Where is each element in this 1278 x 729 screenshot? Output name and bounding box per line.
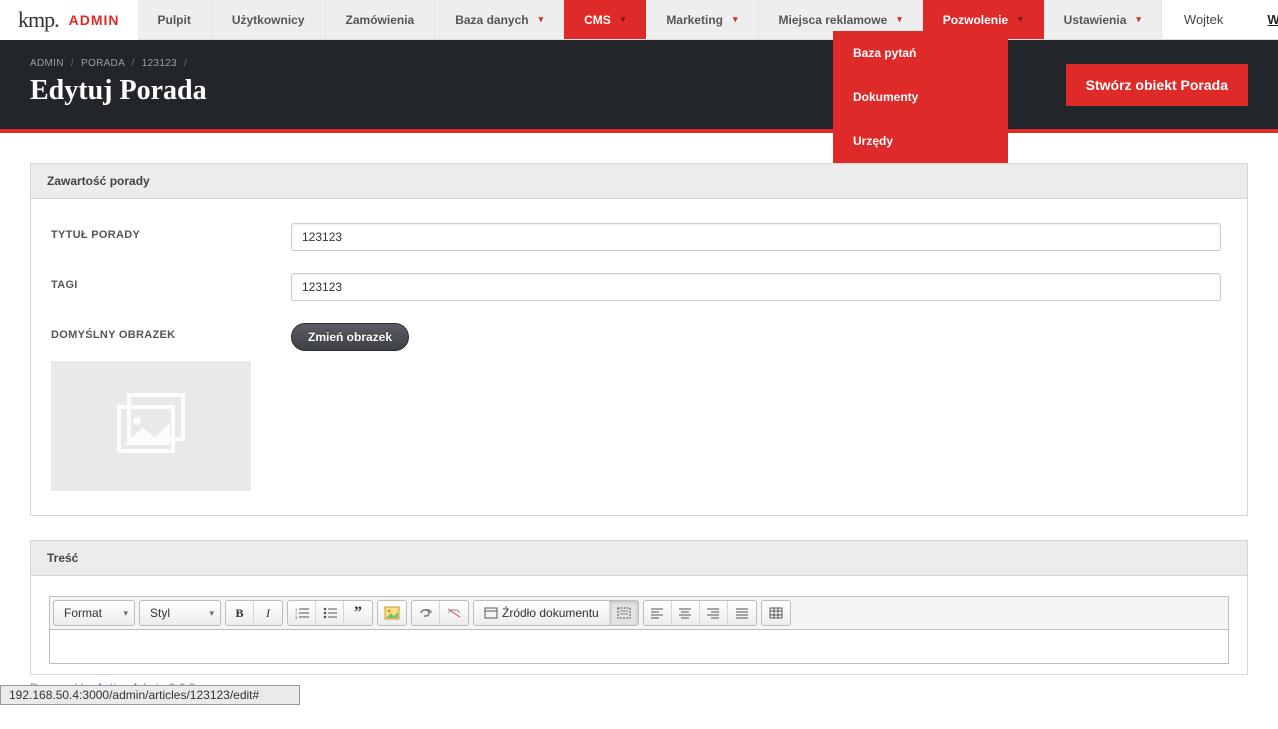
editor-content-area[interactable] (49, 630, 1229, 664)
panel-header: Treść (31, 541, 1247, 576)
breadcrumb-porada[interactable]: PORADA (81, 58, 124, 69)
chevron-down-icon: ▾ (209, 608, 214, 619)
top-nav-bar: kmp. ADMIN Pulpit Użytkownicy Zamówienia… (0, 0, 1278, 40)
breadcrumb-separator: / (71, 58, 74, 69)
numbered-list-button[interactable]: 123 (288, 601, 316, 625)
source-button[interactable]: Źródło dokumentu (474, 601, 610, 625)
panel-body: Format ▾ Styl ▾ B I 123 ” (31, 576, 1247, 674)
create-porada-button[interactable]: Stwórz obiekt Porada (1066, 64, 1248, 106)
breadcrumb-admin[interactable]: ADMIN (30, 58, 64, 69)
editor-toolbar: Format ▾ Styl ▾ B I 123 ” (49, 596, 1229, 630)
toolbar-group-text: B I (225, 600, 283, 626)
italic-button[interactable]: I (254, 601, 282, 625)
align-right-button[interactable] (700, 601, 728, 625)
nav-label: CMS (584, 13, 611, 27)
brand-logo: kmp. (18, 7, 59, 33)
nav-uzytkownicy[interactable]: Użytkownicy (212, 0, 326, 39)
chevron-down-icon: ▾ (1018, 14, 1023, 25)
chevron-down-icon: ▾ (1136, 14, 1141, 25)
nav-label: Zamówienia (346, 13, 415, 27)
chevron-down-icon: ▾ (897, 14, 902, 25)
dropdown-baza-pytan[interactable]: Baza pytań (833, 31, 1008, 75)
content-area: Zawartość porady TYTUŁ PORADY TAGI DOMYŚ… (0, 133, 1278, 729)
style-select[interactable]: Styl ▾ (140, 601, 220, 625)
placeholder-image-icon (111, 391, 191, 461)
nav-label: Użytkownicy (232, 13, 305, 27)
breadcrumb-separator: / (184, 58, 187, 69)
align-left-button[interactable] (644, 601, 672, 625)
breadcrumb-separator: / (132, 58, 135, 69)
toolbar-group-source: Źródło dokumentu (473, 600, 639, 626)
panel-body: TYTUŁ PORADY TAGI DOMYŚLNY OBRAZEK Zmień… (31, 199, 1247, 515)
toolbar-group-image (377, 600, 407, 626)
nav-pulpit[interactable]: Pulpit (138, 0, 212, 39)
nav-label: Miejsca reklamowe (779, 13, 888, 27)
nav-label: Pulpit (158, 13, 191, 27)
blockquote-button[interactable]: ” (344, 601, 372, 625)
unlink-button[interactable] (440, 601, 468, 625)
chevron-down-icon: ▾ (733, 14, 738, 25)
breadcrumb-id[interactable]: 123123 (142, 58, 177, 69)
nav-zamowienia[interactable]: Zamówienia (326, 0, 436, 39)
user-block: Wojtek Wyloguj (1162, 0, 1278, 39)
nav-baza-danych[interactable]: Baza danych ▾ (435, 0, 564, 39)
panel-tresc: Treść Format ▾ Styl ▾ B I 123 (30, 540, 1248, 675)
nav-marketing[interactable]: Marketing ▾ (646, 0, 758, 39)
nav-label: Baza danych (455, 13, 528, 27)
browser-status-bar: 192.168.50.4:3000/admin/articles/123123/… (0, 685, 300, 705)
dropdown-dokumenty[interactable]: Dokumenty (833, 75, 1008, 119)
label-title: TYTUŁ PORADY (51, 223, 291, 241)
toolbar-group-format: Format ▾ (53, 600, 135, 626)
dropdown-urzedy[interactable]: Urzędy (833, 119, 1008, 163)
select-label: Format (64, 606, 102, 620)
chevron-down-icon: ▾ (621, 14, 626, 25)
page-header: ADMIN / PORADA / 123123 / Edytuj Porada … (0, 40, 1278, 133)
tags-input[interactable] (291, 273, 1221, 301)
chevron-down-icon: ▾ (123, 608, 128, 619)
toolbar-group-link (411, 600, 469, 626)
image-placeholder (51, 361, 251, 491)
table-button[interactable] (762, 601, 790, 625)
toolbar-group-align (643, 600, 757, 626)
change-image-button[interactable]: Zmień obrazek (291, 323, 409, 351)
row-tags: TAGI (51, 273, 1227, 301)
main-nav: Pulpit Użytkownicy Zamówienia Baza danyc… (138, 0, 1162, 39)
label-tags: TAGI (51, 273, 291, 291)
image-button[interactable] (378, 601, 406, 625)
chevron-down-icon: ▾ (539, 14, 544, 25)
toolbar-group-table (761, 600, 791, 626)
label-image: DOMYŚLNY OBRAZEK (51, 323, 291, 341)
nav-pozwolenie-dropdown: Baza pytań Dokumenty Urzędy (833, 31, 1008, 163)
logout-link[interactable]: Wyloguj (1245, 0, 1278, 39)
panel-zawartosc: Zawartość porady TYTUŁ PORADY TAGI DOMYŚ… (30, 163, 1248, 516)
nav-cms[interactable]: CMS ▾ (564, 0, 646, 39)
logo[interactable]: kmp. ADMIN (0, 0, 138, 40)
align-justify-button[interactable] (728, 601, 756, 625)
row-image: DOMYŚLNY OBRAZEK Zmień obrazek (51, 323, 1227, 351)
toolbar-group-style: Styl ▾ (139, 600, 221, 626)
nav-label: Marketing (666, 13, 723, 27)
row-title: TYTUŁ PORADY (51, 223, 1227, 251)
source-label: Źródło dokumentu (502, 606, 599, 620)
link-button[interactable] (412, 601, 440, 625)
toolbar-group-lists: 123 ” (287, 600, 373, 626)
align-center-button[interactable] (672, 601, 700, 625)
bulleted-list-button[interactable] (316, 601, 344, 625)
admin-label: ADMIN (69, 12, 120, 28)
current-user: Wojtek (1162, 0, 1246, 39)
format-select[interactable]: Format ▾ (54, 601, 134, 625)
nav-label: Pozwolenie (943, 13, 1008, 27)
title-input[interactable] (291, 223, 1221, 251)
panel-header: Zawartość porady (31, 164, 1247, 199)
nav-ustawienia[interactable]: Ustawienia ▾ (1044, 0, 1162, 39)
select-label: Styl (150, 606, 170, 620)
svg-text:3: 3 (295, 615, 298, 619)
nav-label: Ustawienia (1064, 13, 1127, 27)
show-blocks-button[interactable] (610, 601, 638, 625)
bold-button[interactable]: B (226, 601, 254, 625)
